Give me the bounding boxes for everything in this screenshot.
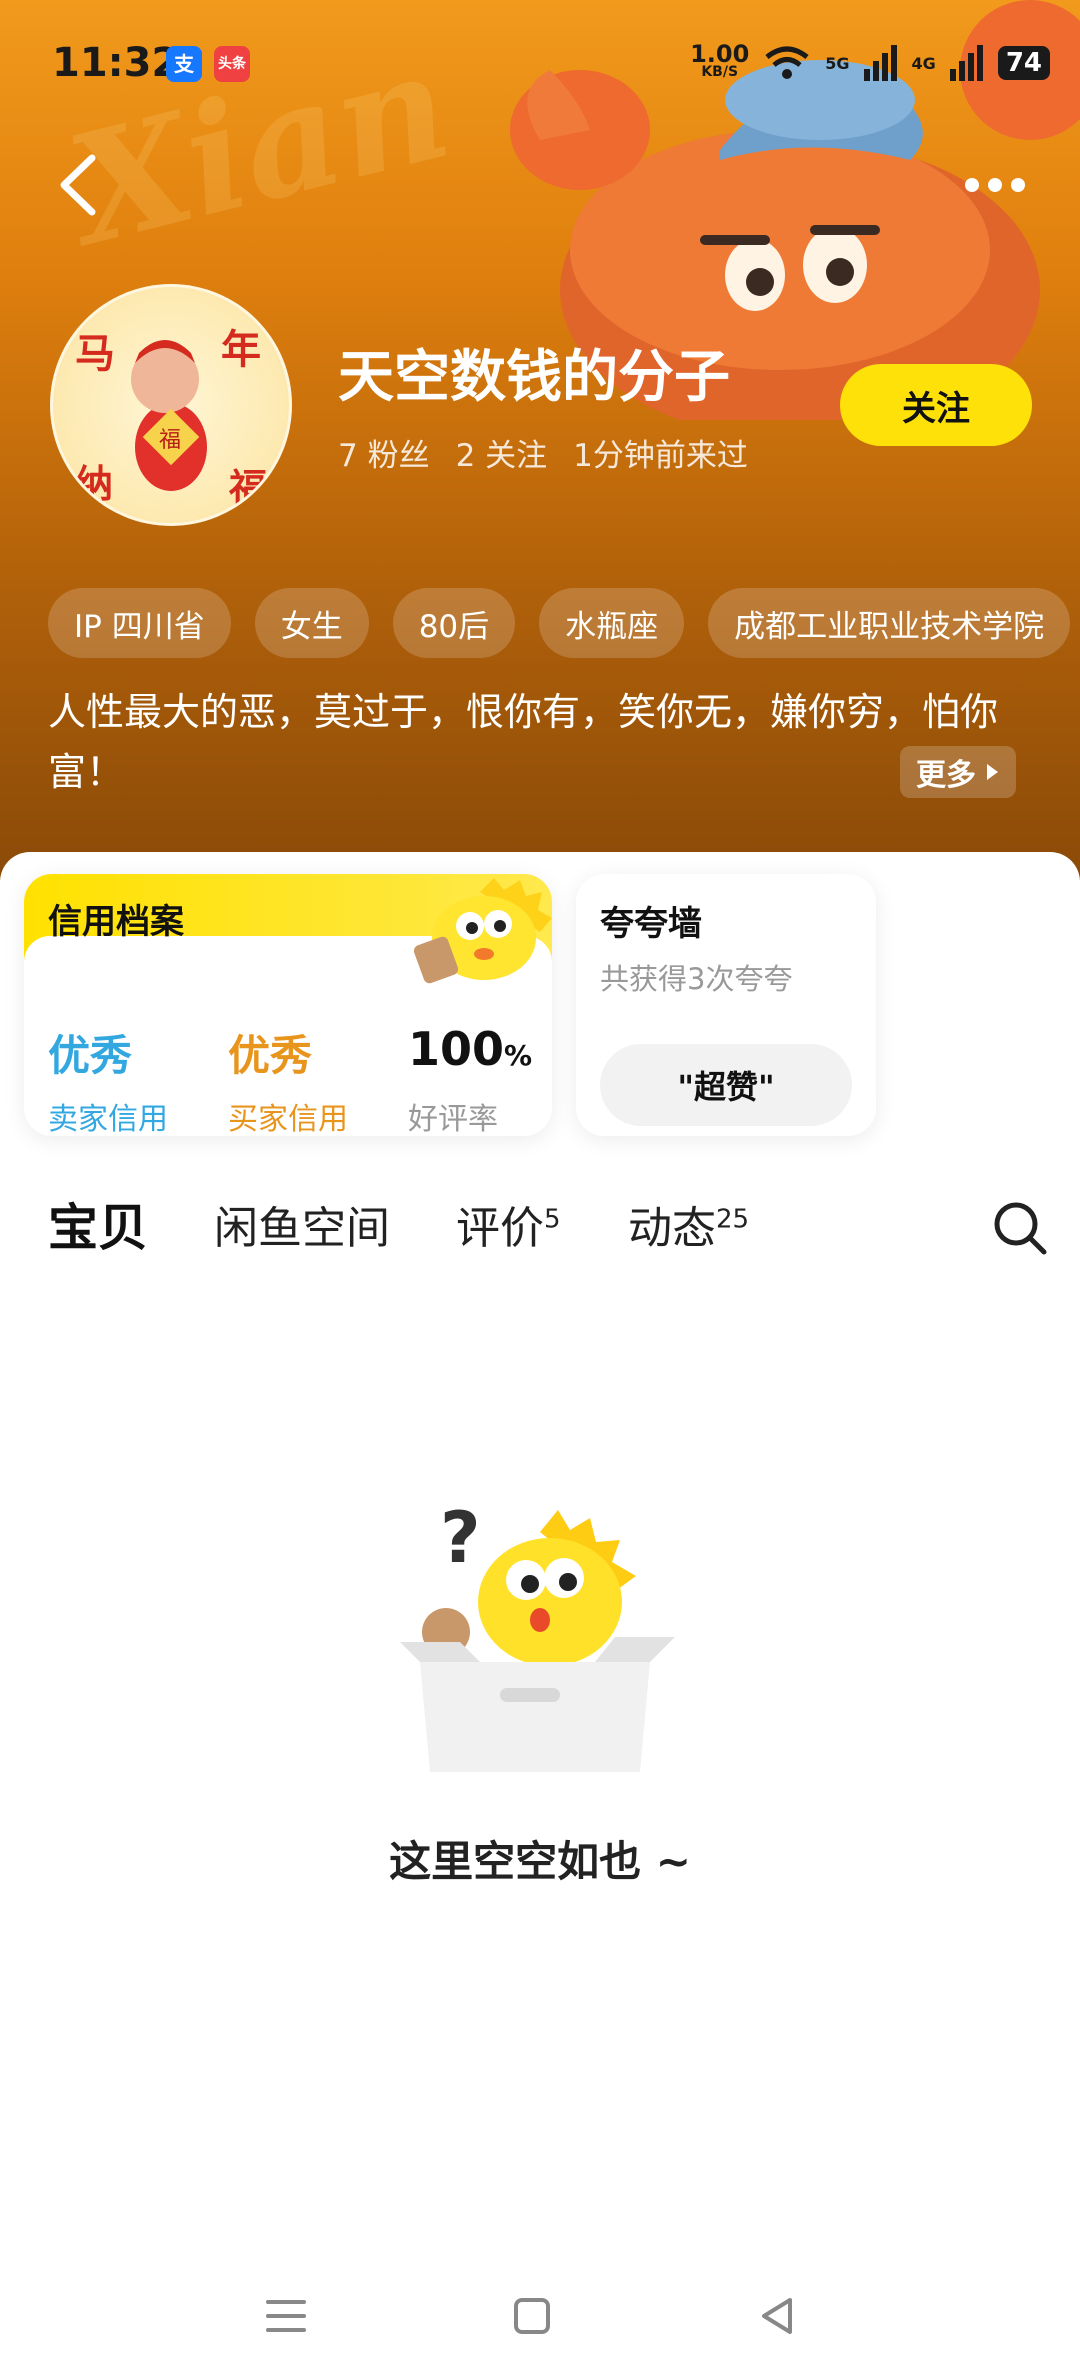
praise-wall-card[interactable]: 夸夸墙 共获得3次夸夸 "超赞" [576, 874, 876, 1136]
praise-wall-title: 夸夸墙 [600, 904, 702, 944]
back-triangle-icon [762, 2298, 792, 2334]
svg-text:?: ? [440, 1497, 481, 1579]
caret-right-icon [987, 764, 998, 780]
nickname: 天空数钱的分子 [338, 345, 730, 410]
bio-more-button[interactable]: 更多 [900, 746, 1016, 798]
status-time: 11:32 [52, 40, 180, 86]
positive-rate-label: 好评率 [408, 1102, 498, 1136]
buyer-credit-score: 优秀 [228, 1031, 313, 1080]
svg-text:马: 马 [75, 330, 115, 377]
profile-tabs: 宝贝 闲鱼空间 评价5 动态25 [0, 1192, 1080, 1282]
fans-count[interactable]: 7 粉丝 [338, 430, 430, 475]
search-icon [994, 1202, 1047, 1255]
last-seen: 1分钟前来过 [573, 438, 748, 474]
tab-reviews[interactable]: 评价5 [456, 1192, 561, 1256]
status-indicators: 1.00 KB/S 5G 4G 74 [690, 38, 1050, 88]
empty-state-text: 这里空空如也 ~ [389, 1837, 691, 1886]
menu-icon [266, 2300, 306, 2332]
tab-activity[interactable]: 动态25 [628, 1192, 749, 1256]
system-nav-bar [0, 2256, 1080, 2376]
avatar-illustration: 马 年 纳 福 福 [75, 326, 267, 510]
net-speed: 1.00 KB/S [690, 40, 750, 80]
content-sheet: 信用档案 优秀 卖家信用 优秀 买家信用 100% 好评率 夸夸墙 共获得3次夸… [0, 852, 1080, 2376]
svg-text:福: 福 [228, 465, 267, 510]
profile-bio: 人性最大的恶，莫过于，恨你有，笑你无，嫌你穷，怕你富！ [48, 690, 999, 794]
battery-indicator: 74 [997, 46, 1050, 80]
wifi-icon [765, 46, 809, 79]
svg-text:纳: 纳 [75, 461, 113, 506]
avatar[interactable]: 马 年 纳 福 福 [50, 284, 292, 526]
back-button[interactable] [50, 150, 110, 220]
buyer-credit-label: 买家信用 [228, 1102, 348, 1136]
tag-zodiac: 水瓶座 [539, 588, 685, 658]
profile-stats: 7 粉丝 2 关注 1分钟前来过 [338, 430, 748, 475]
alipay-notification-icon: 支 [166, 46, 202, 82]
seller-credit-label: 卖家信用 [48, 1102, 168, 1136]
following-count[interactable]: 2 关注 [456, 430, 548, 475]
follow-button[interactable]: 关注 [840, 364, 1032, 446]
recents-button[interactable] [256, 2286, 316, 2346]
status-bar: 11:32 支 头条 1.00 KB/S 5G 4G 74 [0, 0, 1080, 120]
chevron-left-icon [60, 154, 96, 216]
signal-bars-icon [949, 45, 983, 81]
seller-credit-score: 优秀 [48, 1031, 133, 1080]
tag-school: 成都工业职业技术学院 [708, 588, 1071, 658]
svg-text:福: 福 [159, 428, 181, 453]
credit-title: 信用档案 [48, 902, 184, 942]
signal-bars-icon [863, 45, 897, 81]
praise-wall-count: 共获得3次夸夸 [600, 962, 793, 996]
search-button[interactable] [990, 1198, 1050, 1258]
more-dots-icon [965, 178, 1025, 192]
svg-text:年: 年 [221, 326, 261, 373]
profile-tags: IP 四川省 女生 80后 水瓶座 成都工业职业技术学院 [48, 588, 1071, 658]
praise-tag-button[interactable]: "超赞" [600, 1044, 852, 1126]
profile-header: Xian 11:32 支 头条 1.00 KB/S 5G 4G 74 马 年 纳… [0, 0, 1080, 880]
tag-age-group: 80后 [392, 588, 516, 658]
toutiao-notification-icon: 头条 [214, 46, 250, 82]
back-nav-button[interactable] [748, 2286, 808, 2346]
more-options-button[interactable] [960, 165, 1030, 205]
positive-rate: 100% [408, 1022, 533, 1076]
home-button[interactable] [502, 2286, 562, 2346]
signal-4g-label: 4G [911, 53, 936, 73]
reviews-count: 5 [544, 1204, 561, 1235]
tag-ip-location: IP 四川省 [48, 588, 231, 658]
credit-card[interactable]: 信用档案 优秀 卖家信用 优秀 买家信用 100% 好评率 [24, 874, 552, 1136]
empty-box-mascot-illustration: ? [400, 1497, 675, 1772]
tag-gender: 女生 [254, 588, 369, 658]
fish-mascot-icon [413, 878, 552, 984]
signal-5g-label: 5G [825, 53, 850, 73]
bio-more-label: 更多 [916, 758, 976, 793]
home-square-icon [514, 2298, 550, 2334]
activity-count: 25 [716, 1204, 750, 1235]
tab-items[interactable]: 宝贝 [48, 1188, 148, 1264]
tab-xianyu-space[interactable]: 闲鱼空间 [214, 1192, 390, 1256]
